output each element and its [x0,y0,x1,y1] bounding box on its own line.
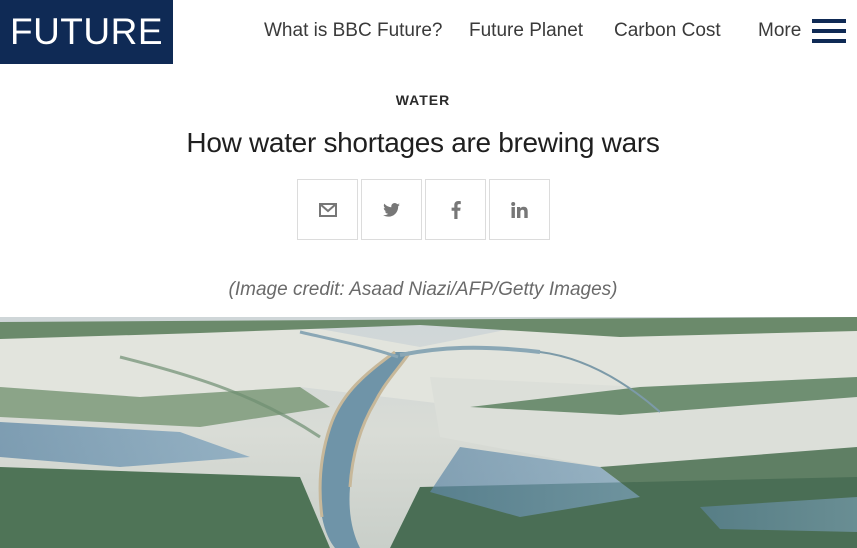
hero-image-aerial-wetland [0,317,857,548]
linkedin-icon [511,201,528,218]
hamburger-menu-icon[interactable] [812,17,846,45]
image-credit: (Image credit: Asaad Niazi/AFP/Getty Ima… [228,279,618,300]
email-icon [318,202,337,217]
share-facebook-button[interactable] [425,179,486,240]
nav-link-carbon-cost[interactable]: Carbon Cost [614,20,721,42]
nav-link-future-planet[interactable]: Future Planet [469,20,583,42]
future-logo[interactable]: FUTURE [0,0,173,64]
share-email-button[interactable] [297,179,358,240]
share-linkedin-button[interactable] [489,179,550,240]
nav-link-what-is-bbc-future[interactable]: What is BBC Future? [264,20,442,42]
main-nav: What is BBC Future? Future Planet Carbon… [250,0,857,64]
share-twitter-button[interactable] [361,179,422,240]
share-buttons [297,179,550,240]
section-label[interactable]: WATER [0,92,846,108]
twitter-icon [383,202,400,217]
facebook-icon [451,200,461,219]
more-label: More [758,20,802,41]
more-menu-button[interactable]: More [758,20,801,42]
article-headline: How water shortages are brewing wars [186,127,660,158]
